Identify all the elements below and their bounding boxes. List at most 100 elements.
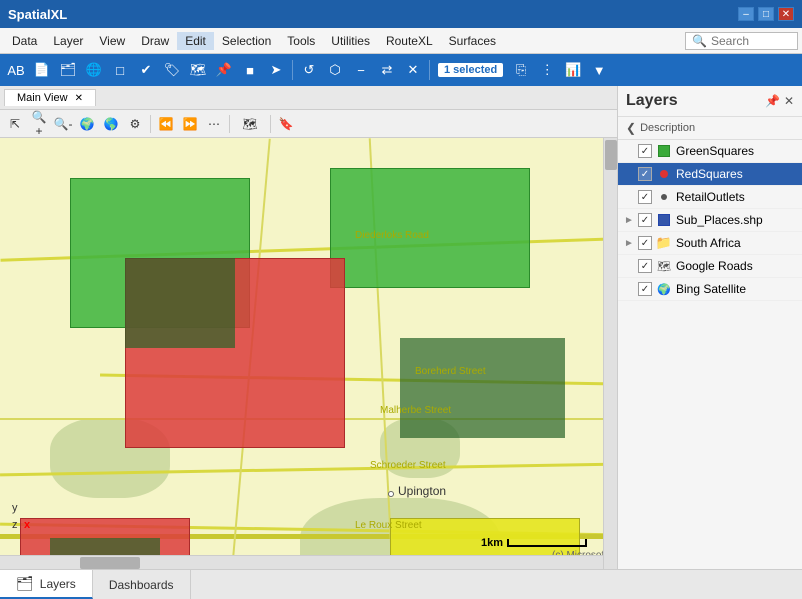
scale-bar: 1km	[481, 537, 587, 549]
map-vscroll-thumb[interactable]	[605, 140, 617, 170]
tb-pin-button[interactable]: 📌	[212, 58, 236, 82]
menu-edit[interactable]: Edit	[177, 32, 214, 50]
menu-utilities[interactable]: Utilities	[323, 32, 378, 50]
tb-rect-button[interactable]: ■	[238, 58, 262, 82]
layer-checkbox-south-africa[interactable]	[638, 236, 652, 250]
layers-header-buttons: 📌 ✕	[765, 94, 794, 108]
layers-panel: Layers 📌 ✕ ❮ Description GreenSquares	[617, 86, 802, 569]
label-diederlos: Diederloks Road	[355, 230, 429, 241]
layers-header: Layers 📌 ✕	[618, 86, 802, 117]
map-toolbar: ⇱ 🔍+ 🔍- 🌍 🌎 ⚙ ⏪ ⏩ ⋯ 🗺 🔖	[0, 110, 617, 138]
roads-icon: 🗺	[657, 260, 671, 273]
city-label-upington: Upington	[398, 484, 446, 498]
layers-pin-button[interactable]: 📌	[765, 94, 780, 108]
layer-checkbox-sub-places[interactable]	[638, 213, 652, 227]
tb-globe-button[interactable]: 🌐	[82, 58, 106, 82]
app-title: SpatialXL	[8, 7, 67, 22]
tb-separator-2	[429, 60, 430, 80]
layer-checkbox-red-squares[interactable]	[638, 167, 652, 181]
tb-select-button[interactable]: □	[108, 58, 132, 82]
menu-draw[interactable]: Draw	[133, 32, 177, 50]
tab-close-icon[interactable]: ✕	[75, 93, 83, 104]
menu-tools[interactable]: Tools	[279, 32, 323, 50]
layer-item-green-squares[interactable]: GreenSquares	[618, 140, 802, 163]
layers-close-button[interactable]: ✕	[784, 94, 794, 108]
tb-desel-button[interactable]: −	[349, 58, 373, 82]
layer-checkbox-bing[interactable]	[638, 282, 652, 296]
layer-name-south-africa: South Africa	[676, 236, 796, 250]
layer-icon-south-africa: 📁	[656, 235, 672, 251]
mt-globe1-button[interactable]: 🌍	[76, 113, 98, 135]
tb-tag-button[interactable]: 🏷	[160, 58, 184, 82]
maximize-button[interactable]: □	[758, 7, 774, 21]
label-schroeder: Schroeder Street	[370, 460, 446, 471]
menu-layer[interactable]: Layer	[45, 32, 91, 50]
mt-zoomout-button[interactable]: 🔍-	[52, 113, 74, 135]
tb-map-button[interactable]: 🗺	[186, 58, 210, 82]
red-dot-icon	[660, 170, 668, 178]
map-hscroll-thumb[interactable]	[80, 557, 140, 569]
tb-data-button[interactable]: 📄	[30, 58, 54, 82]
menu-surfaces[interactable]: Surfaces	[441, 32, 504, 50]
map-area[interactable]: Diederloks Road Boreherd Street Malherbe…	[0, 138, 617, 569]
tb-ab-button[interactable]: AB	[4, 58, 28, 82]
layer-item-bing-satellite[interactable]: 🌍 Bing Satellite	[618, 278, 802, 301]
mt-grid-button[interactable]: ⋯	[203, 113, 225, 135]
search-input[interactable]	[711, 34, 791, 48]
main-content: ⇱ 🔍+ 🔍- 🌍 🌎 ⚙ ⏪ ⏩ ⋯ 🗺 🔖	[0, 110, 802, 593]
bottom-tab-dashboards[interactable]: Dashboards	[93, 570, 191, 599]
tb-excel-button[interactable]: 📊	[561, 58, 585, 82]
tb-cursor-button[interactable]: ✔	[134, 58, 158, 82]
bottom-tab-layers[interactable]: 🗂 Layers	[0, 570, 93, 599]
layer-name-google-roads: Google Roads	[676, 259, 796, 273]
label-boreherd: Boreherd Street	[415, 366, 486, 377]
search-area[interactable]: 🔍	[685, 32, 798, 50]
tb-arrow-button[interactable]: ➤	[264, 58, 288, 82]
main-view-tab[interactable]: Main View ✕	[4, 89, 96, 106]
mt-settings-button[interactable]: ⚙	[124, 113, 146, 135]
mt-layer-btn[interactable]: 🗺	[234, 113, 266, 135]
tb-layers-button[interactable]: 🗂	[56, 58, 80, 82]
tb-separator-1	[292, 60, 293, 80]
map-hscrollbar[interactable]	[0, 555, 603, 569]
layer-checkbox-retail[interactable]	[638, 190, 652, 204]
layer-item-sub-places[interactable]: ► Sub_Places.shp	[618, 209, 802, 232]
bottom-tabs: 🗂 Layers Dashboards	[0, 569, 802, 599]
tb-clear-button[interactable]: ✕	[401, 58, 425, 82]
menu-selection[interactable]: Selection	[214, 32, 279, 50]
minimize-button[interactable]: –	[738, 7, 754, 21]
layer-item-red-squares[interactable]: RedSquares	[618, 163, 802, 186]
tb-copy-button[interactable]: ⎘	[509, 58, 533, 82]
mt-globe2-button[interactable]: 🌎	[100, 113, 122, 135]
retail-dot-icon	[661, 194, 667, 200]
tb-lasso-button[interactable]: ↺	[297, 58, 321, 82]
menu-routexl[interactable]: RouteXL	[378, 32, 441, 50]
tb-invert-button[interactable]: ⇄	[375, 58, 399, 82]
label-malherbe: Malherbe Street	[380, 405, 451, 416]
menu-data[interactable]: Data	[4, 32, 45, 50]
layer-checkbox-google-roads[interactable]	[638, 259, 652, 273]
menu-view[interactable]: View	[91, 32, 133, 50]
map-vscrollbar[interactable]	[603, 138, 617, 569]
mt-sep-2	[229, 115, 230, 133]
axis-z-label: z	[12, 519, 18, 531]
tb-select2-button[interactable]: ⬡	[323, 58, 347, 82]
layer-checkbox-green-squares[interactable]	[638, 144, 652, 158]
layer-icon-red-dot	[656, 166, 672, 182]
mt-zoomin-button[interactable]: 🔍+	[28, 113, 50, 135]
layer-item-google-roads[interactable]: 🗺 Google Roads	[618, 255, 802, 278]
mt-back-button[interactable]: ⏪	[155, 113, 177, 135]
scale-line	[507, 539, 587, 547]
tb-more-button[interactable]: ▼	[587, 58, 611, 82]
layer-item-south-africa[interactable]: ► 📁 South Africa	[618, 232, 802, 255]
mt-arrow-button[interactable]: ⇱	[4, 113, 26, 135]
mt-fwd-button[interactable]: ⏩	[179, 113, 201, 135]
close-button[interactable]: ✕	[778, 7, 794, 21]
toolbar: AB 📄 🗂 🌐 □ ✔ 🏷 🗺 📌 ■ ➤ ↺ ⬡ − ⇄ ✕ 1 selec…	[0, 54, 802, 86]
layers-back-icon[interactable]: ❮	[626, 121, 636, 135]
layer-item-retail-outlets[interactable]: RetailOutlets	[618, 186, 802, 209]
tb-table-button[interactable]: ⋮	[535, 58, 559, 82]
mt-bookmark-button[interactable]: 🔖	[275, 113, 297, 135]
search-icon: 🔍	[692, 34, 707, 48]
layer-name-sub-places: Sub_Places.shp	[676, 213, 796, 227]
